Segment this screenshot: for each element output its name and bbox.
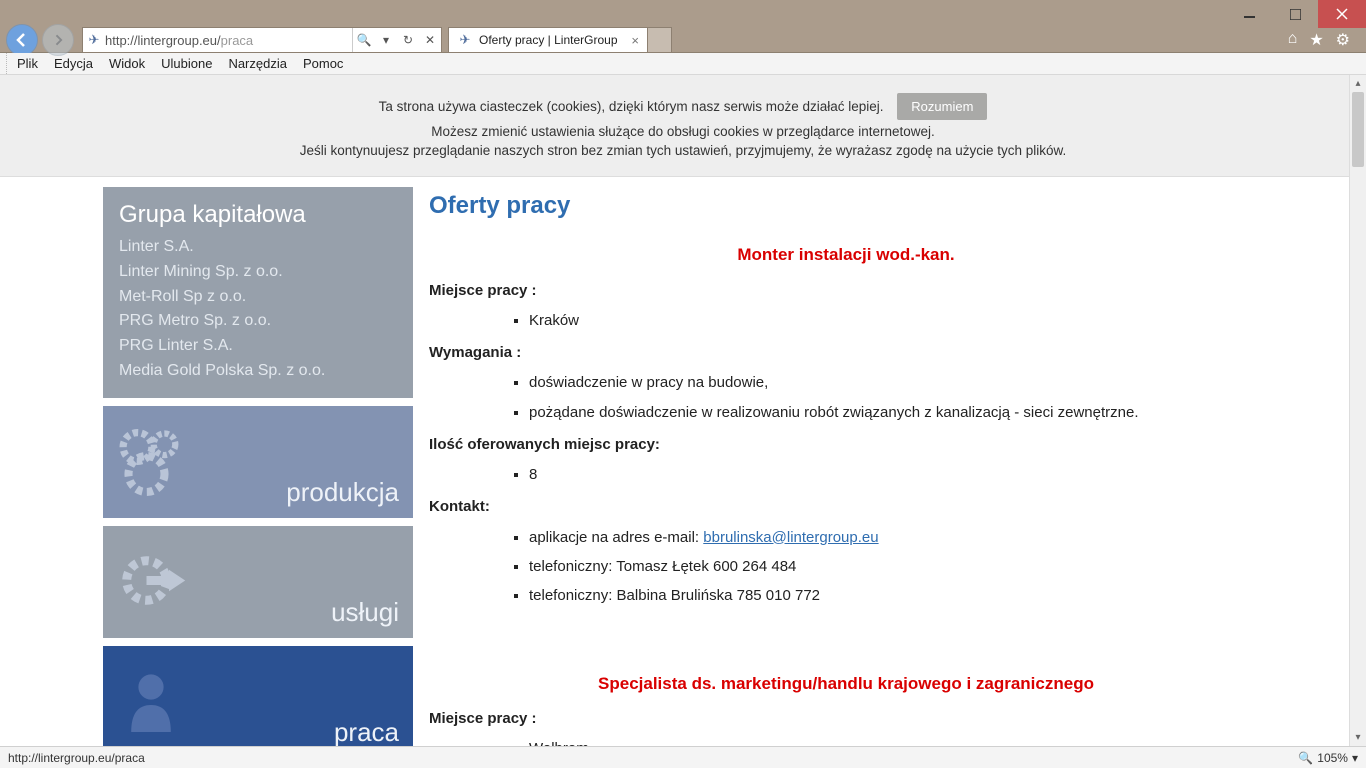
sidebar-group-title: Grupa kapitałowa [119,201,397,229]
home-icon[interactable]: ⌂ [1288,30,1298,50]
tools-icon[interactable]: ⚙ [1336,30,1350,50]
browser-tab[interactable]: ✈ Oferty pracy | LinterGroup × [448,27,648,53]
page-viewport: Ta strona używa ciasteczek (cookies), dz… [0,75,1366,746]
field-label: Kontakt: [429,495,1263,518]
sidebar-group-block: Grupa kapitałowa Linter S.A. Linter Mini… [103,187,413,398]
zoom-icon: 🔍 [1298,751,1313,765]
sidebar-company-link[interactable]: Linter Mining Sp. z o.o. [119,260,397,285]
scroll-down-icon[interactable]: ▾ [1350,729,1366,746]
cookie-text-3: Jeśli kontynuujesz przeglądanie naszych … [0,143,1366,158]
vertical-scrollbar[interactable]: ▴ ▾ [1349,75,1366,746]
back-button[interactable] [6,24,38,56]
zoom-control[interactable]: 🔍 105% ▾ [1298,751,1358,765]
menu-pomoc[interactable]: Pomoc [295,53,351,74]
gear-arrow-icon [115,540,205,623]
cookie-notice: Ta strona używa ciasteczek (cookies), dz… [0,75,1366,177]
window-minimize-button[interactable] [1226,0,1272,28]
email-link[interactable]: bbrulinska@lintergroup.eu [703,529,878,546]
sidebar-card-label: usługi [331,597,399,628]
menu-edycja[interactable]: Edycja [46,53,101,74]
menu-narzedzia[interactable]: Narzędzia [220,53,295,74]
field-label: Ilość oferowanych miejsc pracy: [429,433,1263,456]
menu-ulubione[interactable]: Ulubione [153,53,220,74]
stop-icon[interactable]: ✕ [419,33,441,47]
url-text: http://lintergroup.eu/praca [105,33,352,48]
status-bar: http://lintergroup.eu/praca 🔍 105% ▾ [0,746,1366,768]
list-item: aplikacje na adres e-mail: bbrulinska@li… [529,523,1263,552]
menu-plik[interactable]: Plik [6,53,46,74]
dropdown-icon[interactable]: ▾ [375,33,397,47]
site-icon: ✈ [83,32,105,48]
forward-button[interactable] [42,24,74,56]
refresh-icon[interactable]: ↻ [397,33,419,47]
address-actions: 🔍 ▾ ↻ ✕ [352,28,441,52]
gears-icon [115,420,205,503]
new-tab-button[interactable] [648,27,672,53]
window-maximize-button[interactable] [1272,0,1318,28]
field-label: Miejsce pracy : [429,279,1263,302]
field-label: Wymagania : [429,341,1263,364]
favorites-icon[interactable]: ★ [1309,30,1323,50]
sidebar-card-label: praca [334,717,399,746]
list-item: pożądane doświadczenie w realizowaniu ro… [529,398,1263,427]
tab-favicon: ✈ [457,32,473,48]
search-icon[interactable]: 🔍 [353,33,375,47]
cookie-text-1: Ta strona używa ciasteczek (cookies), dz… [379,99,884,114]
zoom-dropdown-icon[interactable]: ▾ [1352,751,1358,765]
scroll-thumb[interactable] [1352,92,1364,167]
list-item: Wolbrom [529,734,1263,746]
menu-bar: Plik Edycja Widok Ulubione Narzędzia Pom… [0,53,1366,75]
window-close-button[interactable] [1318,0,1366,28]
browser-toolbar: ✈ http://lintergroup.eu/praca 🔍 ▾ ↻ ✕ ✈ … [0,28,1366,53]
person-icon [115,660,205,743]
sidebar-company-link[interactable]: Media Gold Polska Sp. z o.o. [119,359,397,384]
scroll-up-icon[interactable]: ▴ [1350,75,1366,92]
page-heading: Oferty pracy [429,187,1263,224]
list-item: 8 [529,460,1263,489]
toolbar-right: ⌂ ★ ⚙ [1288,30,1362,50]
list-item: doświadczenie w pracy na budowie, [529,368,1263,397]
sidebar-card-produkcja[interactable]: produkcja [103,406,413,518]
sidebar-company-link[interactable]: PRG Linter S.A. [119,334,397,359]
cookie-text-2: Możesz zmienić ustawienia służące do obs… [0,124,1366,139]
job-title: Specjalista ds. marketingu/handlu krajow… [429,671,1263,697]
job-title: Monter instalacji wod.-kan. [429,242,1263,268]
zoom-value: 105% [1317,751,1348,765]
sidebar-company-link[interactable]: PRG Metro Sp. z o.o. [119,309,397,334]
sidebar-card-uslugi[interactable]: usługi [103,526,413,638]
menu-widok[interactable]: Widok [101,53,153,74]
tab-title: Oferty pracy | LinterGroup [479,33,631,47]
sidebar-company-link[interactable]: Met-Roll Sp z o.o. [119,285,397,310]
tab-close-icon[interactable]: × [631,33,639,48]
address-bar[interactable]: ✈ http://lintergroup.eu/praca 🔍 ▾ ↻ ✕ [82,27,442,53]
sidebar-card-praca[interactable]: praca [103,646,413,746]
window-titlebar [0,0,1366,28]
status-text: http://lintergroup.eu/praca [8,751,145,765]
list-item: telefoniczny: Balbina Brulińska 785 010 … [529,581,1263,610]
list-item: telefoniczny: Tomasz Łętek 600 264 484 [529,552,1263,581]
main-content: Oferty pracy Monter instalacji wod.-kan.… [429,187,1263,746]
list-item: Kraków [529,306,1263,335]
cookie-accept-button[interactable]: Rozumiem [897,93,987,120]
sidebar: Grupa kapitałowa Linter S.A. Linter Mini… [103,187,413,746]
sidebar-card-label: produkcja [286,477,399,508]
field-label: Miejsce pracy : [429,707,1263,730]
sidebar-company-link[interactable]: Linter S.A. [119,235,397,260]
